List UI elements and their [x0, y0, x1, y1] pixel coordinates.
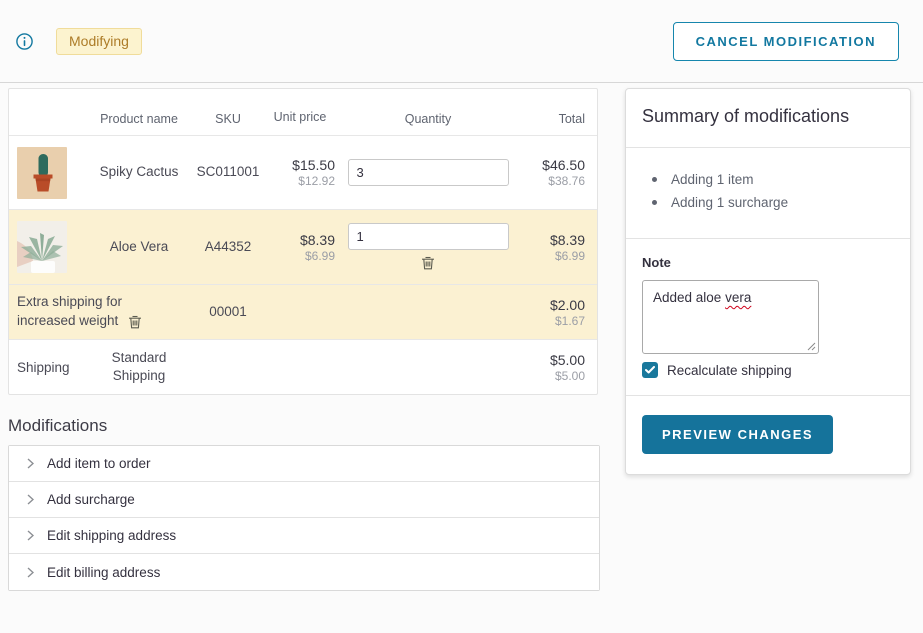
product-name: Spiky Cactus [91, 163, 187, 181]
chevron-right-icon [27, 567, 34, 578]
shipping-label: Shipping [17, 360, 91, 375]
recalculate-shipping-label: Recalculate shipping [667, 363, 792, 378]
remove-item-button[interactable] [419, 253, 437, 272]
table-row-aloe-vera: Aloe Vera A44352 $8.39 $6.99 [9, 210, 597, 285]
quantity-input[interactable] [348, 159, 509, 186]
row-total-secondary: $6.99 [521, 249, 585, 263]
recalculate-shipping-checkbox-row[interactable]: Recalculate shipping [642, 362, 894, 378]
row-total-secondary: $5.00 [521, 369, 585, 383]
cancel-modification-button[interactable]: CANCEL MODIFICATION [673, 22, 899, 61]
unit-price: $15.50 [269, 157, 335, 173]
trash-icon [421, 255, 435, 270]
surcharge-label: Extra shipping for increased weight [17, 294, 122, 327]
summary-title-section: Summary of modifications [626, 89, 910, 148]
note-text: Added aloe [653, 290, 725, 305]
chevron-right-icon [27, 530, 34, 541]
cactus-thumb-image [17, 147, 67, 199]
order-items-table: Product name SKU Unit price Quantity Tot… [8, 88, 598, 395]
summary-bullet-list: Adding 1 item Adding 1 surcharge [642, 162, 894, 224]
table-row-spiky-cactus: Spiky Cactus SC011001 $15.50 $12.92 $46.… [9, 136, 597, 210]
summary-bullets-section: Adding 1 item Adding 1 surcharge [626, 148, 910, 239]
header-unit-price: Unit price [269, 108, 335, 126]
info-icon[interactable] [16, 33, 33, 50]
header-quantity: Quantity [335, 112, 521, 126]
accordion-label: Add surcharge [47, 492, 135, 507]
product-sku: A44352 [187, 238, 269, 256]
row-total: $8.39 [521, 232, 585, 248]
unit-price: $8.39 [269, 232, 335, 248]
top-bar: Modifying CANCEL MODIFICATION [0, 0, 923, 83]
resize-grip-icon[interactable] [807, 342, 816, 351]
header-product-name: Product name [91, 112, 187, 126]
unit-price-secondary: $6.99 [269, 249, 335, 263]
row-total: $2.00 [521, 297, 585, 313]
accordion-edit-billing-address[interactable]: Edit billing address [9, 554, 599, 590]
checkbox-checked-icon[interactable] [642, 362, 658, 378]
accordion-label: Edit billing address [47, 565, 160, 580]
note-section: Note Added aloe vera Recalculate shippin… [626, 239, 910, 396]
summary-bullet: Adding 1 item [652, 172, 894, 187]
chevron-right-icon [27, 458, 34, 469]
accordion-add-item-to-order[interactable]: Add item to order [9, 446, 599, 482]
quantity-input[interactable] [348, 223, 509, 250]
status-badge: Modifying [56, 28, 142, 55]
accordion-edit-shipping-address[interactable]: Edit shipping address [9, 518, 599, 554]
row-total: $5.00 [521, 352, 585, 368]
row-total: $46.50 [521, 157, 585, 173]
table-row-surcharge: Extra shipping for increased weight 0000… [9, 285, 597, 340]
summary-bullet: Adding 1 surcharge [652, 195, 894, 210]
shipping-method: Standard Shipping [91, 349, 187, 385]
product-sku: SC011001 [187, 163, 269, 181]
note-text-misspelled: vera [725, 290, 751, 305]
preview-section: PREVIEW CHANGES [626, 396, 910, 474]
note-label: Note [642, 255, 894, 270]
unit-price-secondary: $12.92 [269, 174, 335, 188]
chevron-right-icon [27, 494, 34, 505]
note-textarea[interactable]: Added aloe vera [642, 280, 819, 354]
modifications-title: Modifications [8, 416, 598, 436]
row-total-secondary: $1.67 [521, 314, 585, 328]
main-content: Product name SKU Unit price Quantity Tot… [0, 83, 923, 591]
aloe-thumb-image [17, 221, 67, 273]
product-name: Aloe Vera [91, 238, 187, 256]
row-total-secondary: $38.76 [521, 174, 585, 188]
right-column: Summary of modifications Adding 1 item A… [625, 88, 911, 591]
header-total: Total [521, 112, 597, 126]
surcharge-label-cell: Extra shipping for increased weight [17, 293, 187, 330]
accordion-label: Edit shipping address [47, 528, 176, 543]
table-row-shipping: Shipping Standard Shipping $5.00 $5.00 [9, 340, 597, 394]
header-sku: SKU [187, 112, 269, 126]
modifications-accordion: Add item to order Add surcharge Edit shi… [8, 445, 600, 591]
summary-of-modifications-panel: Summary of modifications Adding 1 item A… [625, 88, 911, 475]
left-column: Product name SKU Unit price Quantity Tot… [8, 88, 598, 591]
surcharge-sku: 00001 [187, 303, 269, 321]
remove-surcharge-button[interactable] [126, 312, 144, 331]
table-header-row: Product name SKU Unit price Quantity Tot… [9, 89, 597, 136]
summary-title: Summary of modifications [642, 103, 894, 133]
trash-icon [128, 314, 142, 329]
accordion-add-surcharge[interactable]: Add surcharge [9, 482, 599, 518]
accordion-label: Add item to order [47, 456, 151, 471]
preview-changes-button[interactable]: PREVIEW CHANGES [642, 415, 833, 454]
